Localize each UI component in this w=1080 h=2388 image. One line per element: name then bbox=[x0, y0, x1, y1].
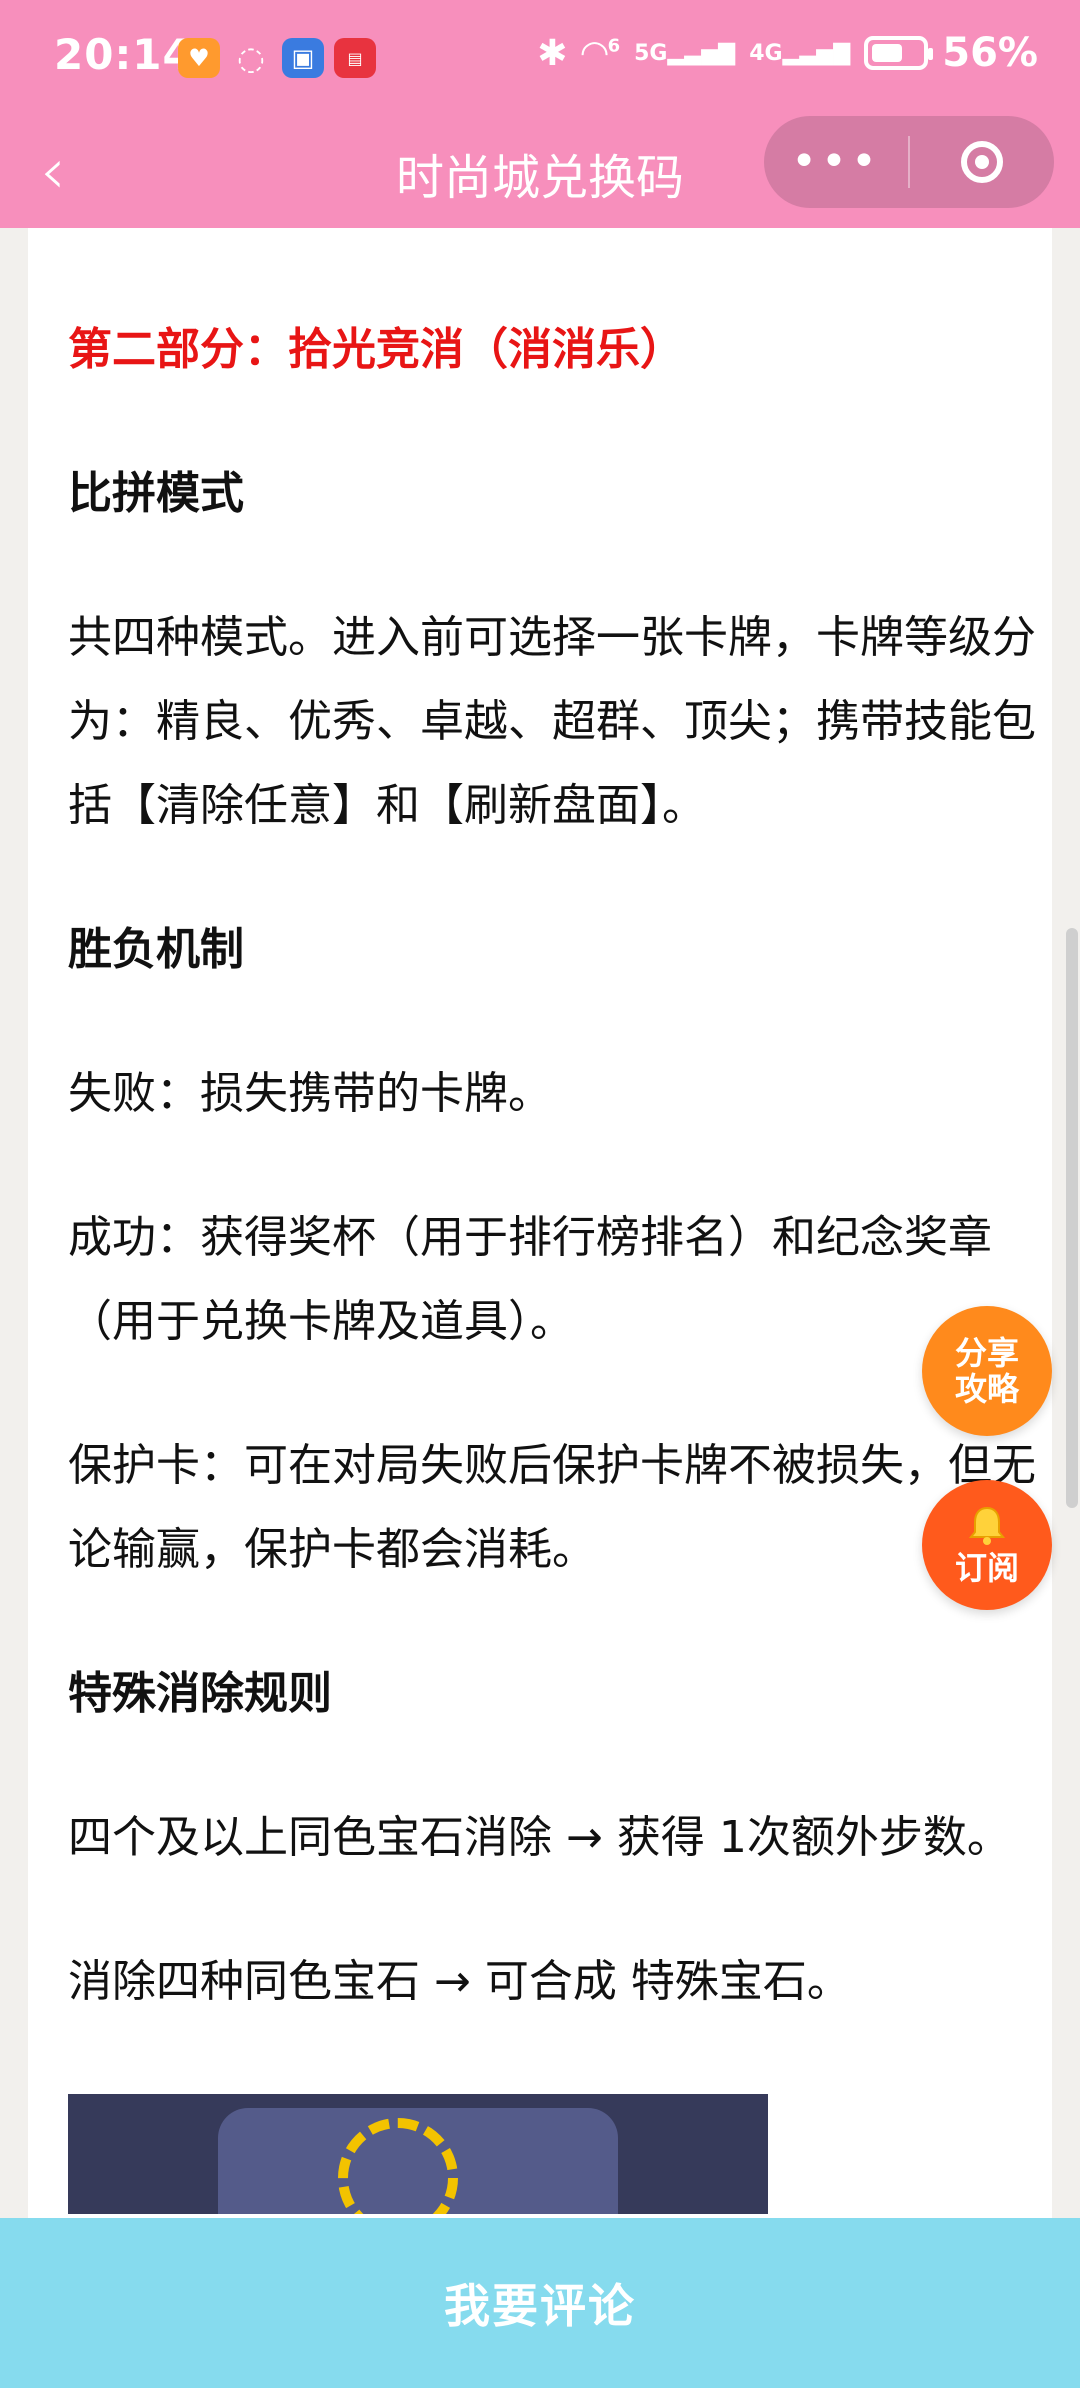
close-miniprogram-button[interactable] bbox=[910, 141, 1054, 183]
system-status: ✱ ◠6 5G▂▃▅▇ 4G▂▃▅▇ 56% bbox=[537, 30, 1038, 76]
share-line-2: 攻略 bbox=[954, 1370, 1019, 1408]
scrollbar[interactable] bbox=[1066, 928, 1078, 1508]
top-header: 20:14 ♥ ◌ ▣ ▤ ✱ ◠6 5G▂▃▅▇ 4G▂▃▅▇ 56% ‹ 时… bbox=[0, 0, 1080, 228]
chat-icon: ◌ bbox=[237, 39, 265, 77]
article-content: 第二部分：拾光竞消（消消乐） 比拼模式 共四种模式。进入前可选择一张卡牌，卡牌等… bbox=[68, 308, 1048, 2214]
bluetooth-icon: ✱ bbox=[537, 32, 568, 74]
bell-icon bbox=[968, 1506, 1006, 1545]
heading-mode: 比拼模式 bbox=[68, 468, 244, 519]
app-blue-icon: ▣ bbox=[282, 38, 324, 78]
battery-icon bbox=[864, 36, 934, 70]
signal-4g-icon: 4G▂▃▅▇ bbox=[749, 40, 851, 66]
paragraph-rule-1: 四个及以上同色宝石消除 → 获得 1次额外步数。 bbox=[68, 1812, 1011, 1863]
subscribe-button[interactable]: 订阅 bbox=[922, 1480, 1052, 1610]
more-options-button[interactable]: ••• bbox=[764, 116, 908, 208]
heading-rules: 特殊消除规则 bbox=[68, 1668, 332, 1719]
battery-percent: 56% bbox=[942, 30, 1038, 76]
article-card: 第二部分：拾光竞消（消消乐） 比拼模式 共四种模式。进入前可选择一张卡牌，卡牌等… bbox=[28, 228, 1052, 2228]
app-red-icon: ▤ bbox=[334, 38, 376, 78]
paragraph-success: 成功：获得奖杯（用于排行榜排名）和纪念奖章（用于兑换卡牌及道具）。 bbox=[68, 1212, 992, 1347]
title-bar: ‹ 时尚城兑换码 ••• bbox=[0, 116, 1080, 228]
paragraph-mode: 共四种模式。进入前可选择一张卡牌，卡牌等级分为：精良、优秀、卓越、超群、顶尖；携… bbox=[68, 612, 1036, 831]
bottom-bar: 我要评论 bbox=[0, 2218, 1080, 2388]
status-time: 20:14 bbox=[54, 30, 193, 79]
miniprogram-capsule: ••• bbox=[764, 116, 1054, 208]
notification-icons: ♥ ◌ ▣ ▤ bbox=[178, 38, 376, 78]
target-icon bbox=[961, 141, 1003, 183]
wifi-icon: ◠6 bbox=[581, 33, 621, 73]
heart-app-icon: ♥ bbox=[178, 38, 220, 78]
status-bar: 20:14 ♥ ◌ ▣ ▤ ✱ ◠6 5G▂▃▅▇ 4G▂▃▅▇ 56% bbox=[0, 0, 1080, 120]
share-line-1: 分享 bbox=[954, 1334, 1019, 1372]
share-guide-button[interactable]: 分享 攻略 bbox=[922, 1306, 1052, 1436]
subscribe-label: 订阅 bbox=[954, 1549, 1019, 1587]
signal-5g-icon: 5G▂▃▅▇ bbox=[634, 40, 736, 66]
game-screenshot-image[interactable] bbox=[68, 2094, 768, 2214]
paragraph-rule-2: 消除四种同色宝石 → 可合成 特殊宝石。 bbox=[68, 1956, 851, 2007]
comment-button[interactable]: 我要评论 bbox=[444, 2270, 636, 2336]
paragraph-fail: 失败：损失携带的卡牌。 bbox=[68, 1068, 552, 1119]
section-title: 第二部分：拾光竞消（消消乐） bbox=[68, 324, 684, 375]
heading-result: 胜负机制 bbox=[68, 924, 244, 975]
paragraph-protect: 保护卡：可在对局失败后保护卡牌不被损失，但无论输赢，保护卡都会消耗。 bbox=[68, 1440, 1036, 1575]
